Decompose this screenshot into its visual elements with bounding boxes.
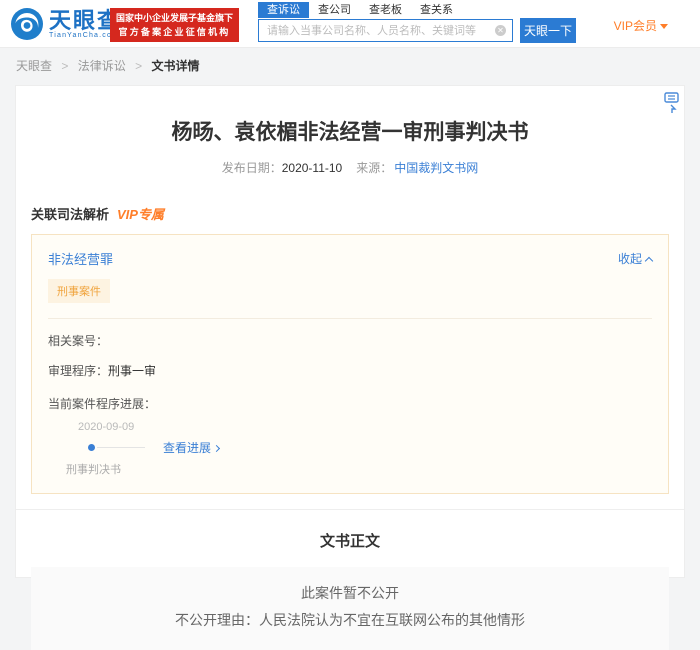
- case-number-row: 相关案号：: [48, 332, 652, 349]
- gov-certification-badge: 国家中小企业发展子基金旗下 官方备案企业征信机构: [110, 8, 240, 42]
- tab-lawsuit[interactable]: 查诉讼: [258, 2, 309, 18]
- tab-company[interactable]: 查公司: [309, 2, 360, 18]
- case-analysis-panel: 非法经营罪 收起 刑事案件 相关案号： 审理程序：刑事一审 当前案件程序进展： …: [31, 234, 669, 494]
- view-progress-link[interactable]: 查看进展: [163, 439, 221, 456]
- collapse-button[interactable]: 收起: [617, 250, 654, 267]
- procedure-value: 刑事一审: [108, 364, 157, 378]
- timeline-line: [97, 447, 145, 448]
- tab-boss[interactable]: 查老板: [360, 2, 411, 18]
- publish-date-label: 发布日期：: [221, 161, 282, 175]
- vip-member-label: VIP会员: [613, 19, 657, 33]
- document-detail-card: 杨旸、袁依楣非法经营一审刑事判决书 发布日期：2020-11-10 来源： 中国裁判…: [15, 85, 685, 650]
- vip-member-menu[interactable]: VIP会员: [614, 17, 668, 34]
- search-input[interactable]: [258, 19, 513, 42]
- breadcrumb-home[interactable]: 天眼查: [16, 59, 52, 73]
- caret-down-icon: [660, 24, 668, 29]
- procedure-label: 审理程序：: [48, 364, 109, 378]
- chevron-right-icon: [212, 444, 221, 453]
- search-area: 查诉讼 查公司 查老板 查关系 ✕ 天眼一下: [258, 2, 576, 43]
- document-body-heading: 文书正文: [319, 533, 380, 550]
- tianyancha-eye-icon: [11, 8, 43, 40]
- case-type-badge: 刑事案件: [48, 279, 110, 303]
- search-tabs: 查诉讼 查公司 查老板 查关系: [258, 2, 576, 18]
- case-progress-timeline: 2020-09-09 查看进展 刑事判决书: [48, 421, 652, 477]
- case-number-label: 相关案号：: [48, 334, 109, 348]
- collapse-label: 收起: [617, 252, 642, 266]
- view-progress-label: 查看进展: [163, 441, 212, 455]
- breadcrumb-separator: >: [135, 59, 143, 73]
- timeline-doc-label: 刑事判决书: [66, 464, 121, 476]
- crime-name-link[interactable]: 非法经营罪: [48, 249, 113, 268]
- analysis-section-header: 关联司法解析 VIP专属: [31, 204, 684, 223]
- timeline-dot-icon: [88, 444, 95, 451]
- feedback-widget-icon[interactable]: [661, 91, 681, 115]
- section-divider: [16, 509, 684, 510]
- panel-divider: [48, 318, 652, 319]
- breadcrumb-lawsuit[interactable]: 法律诉讼: [78, 59, 126, 73]
- tianyancha-logo[interactable]: 天眼查 TianYanCha.com: [10, 7, 121, 41]
- breadcrumb-separator: >: [61, 59, 69, 73]
- publish-date-value: 2020-11-10: [281, 161, 343, 175]
- progress-label: 当前案件程序进展：: [48, 397, 157, 411]
- gov-badge-line2: 官方备案企业征信机构: [118, 27, 231, 37]
- vip-exclusive-tag: VIP专属: [117, 207, 164, 222]
- page-title: 杨旸、袁依楣非法经营一审刑事判决书: [171, 121, 529, 144]
- notice-line-1: 此案件暂不公开: [301, 585, 399, 601]
- not-public-notice: 此案件暂不公开 不公开理由：人民法院认为不宜在互联网公布的其他情形: [31, 567, 669, 650]
- source-label: 来源：: [356, 161, 393, 175]
- search-button[interactable]: 天眼一下: [520, 18, 576, 43]
- top-header: 天眼查 TianYanCha.com 国家中小企业发展子基金旗下 官方备案企业征…: [0, 0, 700, 48]
- breadcrumb: 天眼查 > 法律诉讼 > 文书详情: [0, 48, 700, 84]
- gov-badge-line1: 国家中小企业发展子基金旗下: [116, 13, 234, 23]
- timeline-date: 2020-09-09: [78, 421, 135, 433]
- notice-line-2: 不公开理由：人民法院认为不宜在互联网公布的其他情形: [175, 612, 525, 628]
- document-meta: 发布日期：2020-11-10 来源： 中国裁判文书网: [16, 159, 684, 176]
- source-link[interactable]: 中国裁判文书网: [394, 161, 478, 175]
- chevron-up-icon: [644, 256, 654, 266]
- search-box: ✕: [258, 19, 513, 42]
- clear-input-icon[interactable]: ✕: [495, 25, 506, 36]
- breadcrumb-current: 文书详情: [151, 59, 200, 73]
- analysis-label: 关联司法解析: [31, 207, 110, 222]
- procedure-row: 审理程序：刑事一审: [48, 362, 652, 379]
- tab-relation[interactable]: 查关系: [411, 2, 462, 18]
